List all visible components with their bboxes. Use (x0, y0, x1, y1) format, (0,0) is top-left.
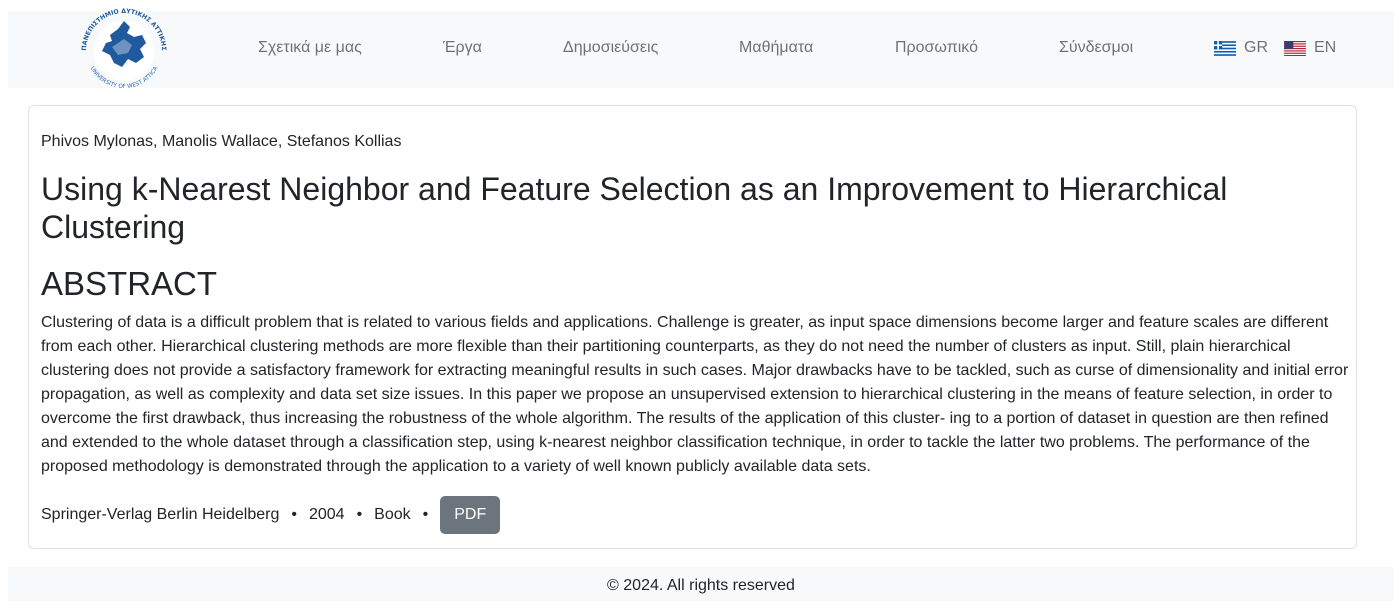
publication-card: Phivos Mylonas, Manolis Wallace, Stefano… (28, 105, 1357, 549)
meta-separator: • (422, 506, 429, 523)
publication-meta: Springer-Verlag Berlin Heidelberg • 2004… (41, 496, 501, 534)
nav-item-courses[interactable]: Μαθήματα (739, 38, 813, 58)
language-gr[interactable]: GR (1214, 38, 1268, 58)
meta-separator: • (356, 506, 363, 523)
language-en[interactable]: EN (1284, 38, 1336, 58)
publication-publisher: Springer-Verlag Berlin Heidelberg (41, 506, 280, 523)
language-gr-label: GR (1244, 39, 1268, 56)
publication-year: 2004 (308, 506, 345, 523)
publication-title: Using k-Nearest Neighbor and Feature Sel… (41, 171, 1228, 245)
navbar: ΠΑΝΕΠΙΣΤΗΜΙΟ ΔΥΤΙΚΗΣ ΑΤΤΙΚΗΣ UNIVERSITY … (8, 8, 1394, 90)
greece-flag-icon (1214, 40, 1236, 56)
nav-item-publications[interactable]: Δημοσιεύσεις (563, 38, 658, 58)
meta-separator: • (291, 506, 297, 523)
nav-item-about[interactable]: Σχετικά με μας (258, 38, 362, 58)
footer: © 2024. All rights reserved (8, 567, 1394, 601)
publication-authors: Phivos Mylonas, Manolis Wallace, Stefano… (41, 133, 402, 150)
nav-item-projects[interactable]: Έργα (443, 38, 482, 58)
nav-item-staff[interactable]: Προσωπικό (895, 38, 978, 58)
usa-flag-icon (1284, 40, 1306, 56)
nav-item-links[interactable]: Σύνδεσμοι (1059, 38, 1133, 58)
language-en-label: EN (1314, 39, 1337, 56)
abstract-text: Clustering of data is a difficult proble… (41, 314, 1349, 475)
university-logo[interactable]: ΠΑΝΕΠΙΣΤΗΜΙΟ ΔΥΤΙΚΗΣ ΑΤΤΙΚΗΣ UNIVERSITY … (72, 7, 176, 91)
footer-copyright: © 2024. All rights reserved (607, 577, 795, 594)
abstract-heading: ABSTRACT (41, 265, 218, 302)
publication-type: Book (374, 506, 411, 523)
pdf-button[interactable]: PDF (440, 496, 501, 534)
